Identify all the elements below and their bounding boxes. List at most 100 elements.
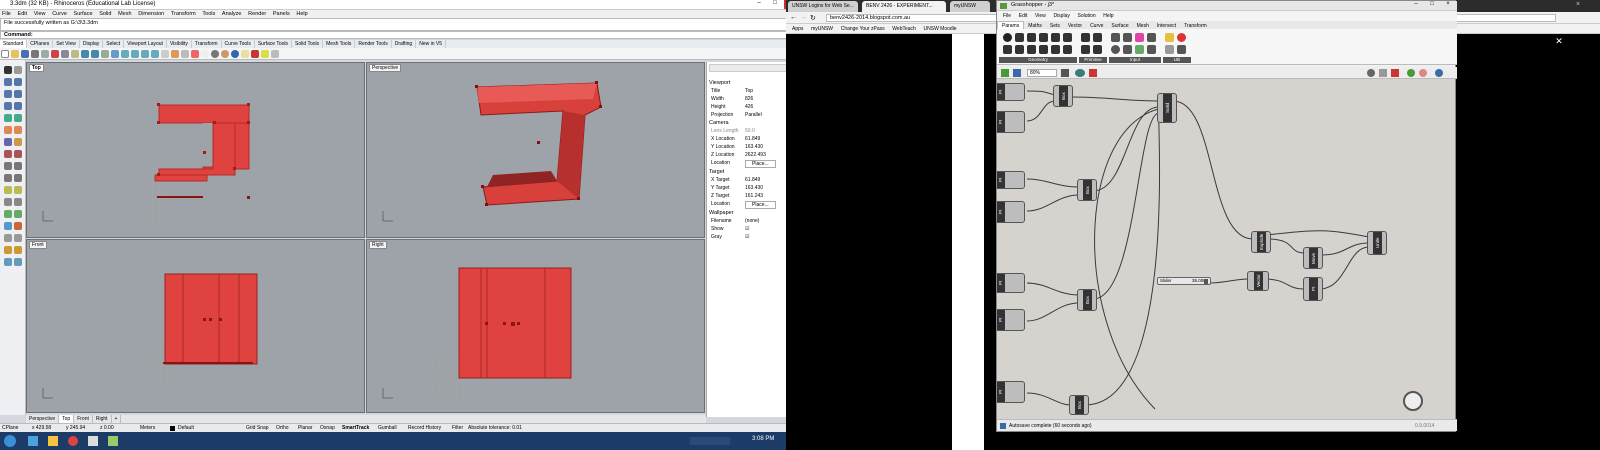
prop-filename-value[interactable]: (none): [745, 218, 759, 224]
bookmark-myunsw[interactable]: myUNSW: [811, 24, 833, 34]
gh-vector-component[interactable]: Vector: [1247, 271, 1269, 291]
curve-icon[interactable]: [4, 90, 12, 98]
polyline-icon[interactable]: [14, 78, 22, 86]
input-icon[interactable]: [1135, 45, 1144, 54]
rotate-icon[interactable]: [4, 174, 12, 182]
param-icon[interactable]: [1003, 45, 1012, 54]
filter-toggle[interactable]: Filter: [452, 425, 463, 431]
menu-view[interactable]: View: [34, 10, 46, 18]
gray-checkbox[interactable]: ☑: [745, 234, 749, 240]
split-icon[interactable]: [14, 234, 22, 242]
toolbar-tab-render-tools[interactable]: Render Tools: [355, 40, 392, 48]
mesh-icon[interactable]: [4, 138, 12, 146]
gh-menu-file[interactable]: File: [1003, 11, 1011, 21]
gh-point-component[interactable]: Pt: [997, 273, 1025, 293]
no-preview-icon[interactable]: [1379, 69, 1387, 77]
menu-solid[interactable]: Solid: [99, 10, 111, 18]
fillet-icon[interactable]: [4, 150, 12, 158]
explode-icon[interactable]: [14, 222, 22, 230]
primitive-icon[interactable]: [1093, 45, 1102, 54]
menu-analyze[interactable]: Analyze: [222, 10, 242, 18]
viewport-tab-top[interactable]: Top: [59, 415, 75, 423]
gh-menu-view[interactable]: View: [1035, 11, 1046, 21]
zoom-extents-icon[interactable]: [141, 50, 149, 58]
arc-icon[interactable]: [4, 102, 12, 110]
viewport-tab-right[interactable]: Right: [93, 415, 112, 423]
gh-union-component[interactable]: Unite: [1367, 231, 1387, 255]
help-icon[interactable]: [1435, 69, 1443, 77]
cplane-icon[interactable]: [14, 246, 22, 254]
reload-icon[interactable]: ↻: [810, 14, 816, 22]
toolbar-tab-cplanes[interactable]: CPlanes: [27, 40, 54, 48]
color-swatch-icon[interactable]: [1135, 33, 1144, 42]
rendered-icon[interactable]: [211, 50, 219, 58]
util-icon[interactable]: [1177, 33, 1186, 42]
gh-canvas[interactable]: Pt Pt Box Pt Pt Box Pt Pt Box Pt Box Sol…: [997, 79, 1455, 419]
ortho-toggle[interactable]: Ortho: [276, 425, 289, 431]
zoom-icon[interactable]: [121, 50, 129, 58]
menu-transform[interactable]: Transform: [171, 10, 196, 18]
rectangle-icon[interactable]: [14, 102, 22, 110]
chrome-icon[interactable]: [68, 436, 78, 446]
menu-curve[interactable]: Curve: [52, 10, 67, 18]
trim-icon[interactable]: [14, 150, 22, 158]
gh-minimize-button[interactable]: –: [1409, 1, 1423, 10]
preview-eye-icon[interactable]: [1075, 69, 1085, 77]
toolbar-tab-surface-tools[interactable]: Surface Tools: [255, 40, 293, 48]
number-slider[interactable]: Slider 35.000: [1157, 277, 1211, 285]
bookmark-moodle[interactable]: UNSW Moodle: [924, 24, 957, 34]
line-icon[interactable]: [4, 78, 12, 86]
smarttrack-toggle[interactable]: SmartTrack: [342, 425, 369, 431]
new-file-icon[interactable]: [1, 50, 9, 58]
browser-tab[interactable]: myUNSW: [950, 1, 990, 12]
place-target-button[interactable]: Place...: [745, 201, 776, 209]
gh-close-button[interactable]: ×: [1441, 1, 1455, 10]
toolbar-tab-drafting[interactable]: Drafting: [392, 40, 417, 48]
move-icon[interactable]: [4, 162, 12, 170]
param-icon[interactable]: [1003, 33, 1012, 42]
redo-icon[interactable]: [91, 50, 99, 58]
viewport-perspective[interactable]: Perspective: [366, 62, 705, 238]
prop-y-target-value[interactable]: 163.430: [745, 185, 763, 191]
copy-icon[interactable]: [61, 50, 69, 58]
add-viewport-tab-icon[interactable]: +: [112, 415, 122, 423]
util-icon[interactable]: [1177, 45, 1186, 54]
toolbar-tab-solid-tools[interactable]: Solid Tools: [292, 40, 324, 48]
gh-menu-display[interactable]: Display: [1053, 11, 1069, 21]
transform-icon[interactable]: [4, 258, 12, 266]
gumball-toggle[interactable]: Gumball: [378, 425, 397, 431]
place-camera-button[interactable]: Place...: [745, 160, 776, 168]
array-icon[interactable]: [14, 198, 22, 206]
extrude-icon[interactable]: [14, 114, 22, 122]
prop-title-value[interactable]: Top: [745, 88, 753, 94]
gh-box-component[interactable]: Box: [1077, 289, 1097, 311]
import-icon[interactable]: [41, 50, 49, 58]
cut-icon[interactable]: [51, 50, 59, 58]
param-icon[interactable]: [1027, 45, 1036, 54]
gh-box-component[interactable]: Box: [1053, 85, 1073, 107]
sphere-icon[interactable]: [14, 126, 22, 134]
back-icon[interactable]: ←: [790, 14, 797, 21]
grasshopper-taskbar-icon[interactable]: [108, 436, 118, 446]
point-icon[interactable]: [14, 66, 22, 74]
param-icon[interactable]: [1051, 33, 1060, 42]
text-icon[interactable]: [14, 186, 22, 194]
light-icon[interactable]: [241, 50, 249, 58]
prop-x-location-value[interactable]: 61.849: [745, 136, 760, 142]
command-line[interactable]: Command:: [0, 31, 800, 39]
group-label-util[interactable]: Util: [1163, 57, 1191, 63]
menu-render[interactable]: Render: [248, 10, 266, 18]
show-checkbox[interactable]: ☑: [745, 226, 749, 232]
properties-tabs[interactable]: [709, 64, 795, 72]
prop-projection-select[interactable]: Parallel: [745, 112, 762, 118]
toolbar-tab-visibility[interactable]: Visibility: [167, 40, 192, 48]
browser-tab[interactable]: UNSW Logins for Web Se...: [788, 1, 858, 12]
planar-toggle[interactable]: Planar: [298, 425, 312, 431]
toolbar-tab-standard[interactable]: Standard: [0, 40, 28, 48]
viewport-tab-front[interactable]: Front: [74, 415, 93, 423]
input-icon[interactable]: [1123, 45, 1132, 54]
gh-box-component[interactable]: Box: [1069, 395, 1089, 415]
gh-move-component[interactable]: Move: [1303, 247, 1323, 269]
browser-close-icon[interactable]: ×: [1576, 1, 1580, 8]
menu-tools[interactable]: Tools: [202, 10, 215, 18]
